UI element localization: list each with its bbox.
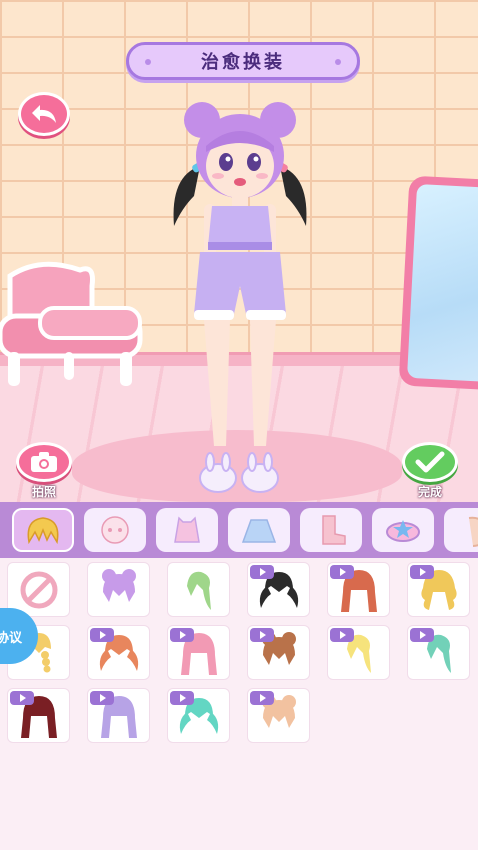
mirror	[398, 175, 478, 391]
face-icon	[101, 516, 129, 544]
video-ad-icon	[250, 628, 274, 642]
dot-decoration	[145, 59, 151, 65]
tab-ear[interactable]	[444, 508, 478, 552]
hair-item[interactable]	[407, 562, 470, 617]
video-ad-icon	[250, 565, 274, 579]
video-ad-icon	[170, 691, 194, 705]
hair-item[interactable]	[327, 625, 390, 680]
page-title: 治愈换装	[126, 42, 360, 80]
video-ad-icon	[10, 691, 34, 705]
hair-item[interactable]	[247, 625, 310, 680]
wardrobe-panel	[0, 502, 478, 850]
tab-top[interactable]	[156, 508, 218, 552]
avatar-character	[173, 102, 307, 493]
tab-skirt[interactable]	[228, 508, 290, 552]
camera-icon	[31, 452, 57, 472]
item-grid	[7, 562, 477, 743]
dot-decoration	[335, 59, 341, 65]
tab-hair[interactable]	[12, 508, 74, 552]
hair-item[interactable]	[327, 562, 390, 617]
tab-accessory[interactable]	[372, 508, 434, 552]
hair-item[interactable]	[87, 625, 150, 680]
ear-icon	[468, 516, 478, 547]
top-icon	[174, 516, 200, 543]
category-tabs	[0, 502, 478, 558]
hair-item[interactable]	[167, 625, 230, 680]
video-ad-icon	[410, 565, 434, 579]
photo-button[interactable]: 拍照	[16, 442, 72, 500]
video-ad-icon	[330, 565, 354, 579]
video-ad-icon	[90, 628, 114, 642]
hair-icon	[27, 517, 59, 545]
hair-item[interactable]	[167, 562, 230, 617]
boot-icon	[322, 515, 346, 545]
agreement-label: 协议	[0, 630, 23, 646]
hairclip-icon	[386, 520, 420, 542]
armchair-icon	[0, 261, 143, 386]
undo-arrow-icon	[32, 105, 56, 123]
hair-item[interactable]	[167, 688, 230, 743]
hair-item[interactable]	[247, 562, 310, 617]
hair-item[interactable]	[87, 688, 150, 743]
video-ad-icon	[330, 628, 354, 642]
video-ad-icon	[170, 628, 194, 642]
hairstyle-icon	[101, 568, 136, 602]
done-label: 完成	[417, 485, 442, 499]
page-title-text: 治愈换装	[201, 52, 285, 73]
prohibited-icon	[20, 571, 57, 608]
hair-item[interactable]	[407, 625, 470, 680]
photo-label: 拍照	[31, 485, 56, 499]
hair-item[interactable]	[247, 688, 310, 743]
hair-item[interactable]	[7, 688, 70, 743]
back-button[interactable]	[18, 92, 70, 136]
video-ad-icon	[250, 691, 274, 705]
skirt-icon	[241, 519, 277, 543]
tab-face[interactable]	[84, 508, 146, 552]
hair-item[interactable]	[87, 562, 150, 617]
tab-shoes[interactable]	[300, 508, 362, 552]
done-button[interactable]: 完成	[402, 442, 458, 500]
hairstyle-icon	[186, 571, 211, 610]
dressup-scene: 治愈换装 拍照 完成	[0, 0, 478, 502]
checkmark-icon	[415, 451, 445, 473]
video-ad-icon	[90, 691, 114, 705]
video-ad-icon	[410, 628, 434, 642]
